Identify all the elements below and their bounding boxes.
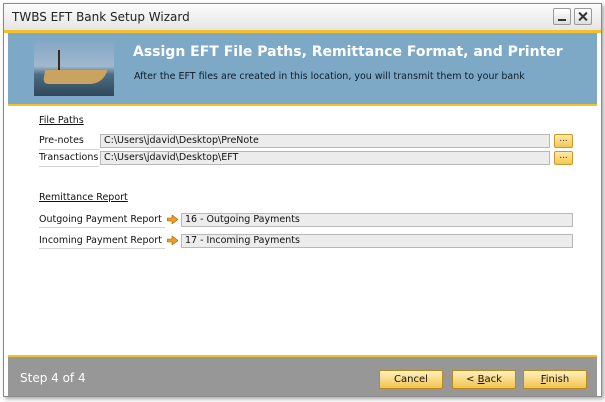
finish-label-rest: inish — [545, 374, 570, 385]
back-label-rest: ack — [484, 374, 502, 385]
file-paths-heading: File Paths — [39, 115, 84, 126]
outgoing-payment-label: Outgoing Payment Report — [39, 214, 162, 225]
link-arrow-icon[interactable] — [167, 215, 178, 224]
wizard-header: Assign EFT File Paths, Remittance Format… — [8, 33, 597, 104]
cancel-button[interactable]: Cancel — [379, 370, 443, 389]
incoming-payment-field[interactable]: 17 - Incoming Payments — [181, 234, 573, 248]
back-accelerator: B — [477, 374, 485, 385]
incoming-label-rule — [39, 248, 165, 249]
prenotes-browse-button[interactable]: ... — [554, 134, 573, 148]
prenotes-path-field[interactable]: C:\Users\jdavid\Desktop\PreNote — [100, 134, 550, 148]
back-button[interactable]: < Back — [452, 370, 516, 389]
window-title: TWBS EFT Bank Setup Wizard — [12, 10, 190, 24]
header-subtitle: After the EFT files are created in this … — [134, 71, 525, 82]
prenotes-label: Pre-notes — [39, 135, 84, 146]
transactions-label-rule — [39, 166, 99, 167]
wizard-window: TWBS EFT Bank Setup Wizard Assign EFT Fi… — [3, 3, 602, 397]
prenotes-label-rule — [39, 149, 99, 150]
minimize-icon[interactable] — [553, 8, 571, 25]
back-prefix: < — [466, 374, 478, 385]
wizard-footer: Step 4 of 4 Cancel < Back Finish — [8, 355, 597, 396]
link-arrow-icon[interactable] — [167, 236, 178, 245]
remittance-report-heading: Remittance Report — [39, 192, 128, 203]
transactions-browse-button[interactable]: ... — [554, 151, 573, 165]
close-icon[interactable] — [574, 8, 592, 25]
transactions-label: Transactions — [39, 152, 99, 163]
transactions-path-field[interactable]: C:\Users\jdavid\Desktop\EFT — [100, 151, 550, 165]
outgoing-label-rule — [39, 227, 165, 228]
title-bar: TWBS EFT Bank Setup Wizard — [4, 4, 601, 30]
header-accent-rule — [8, 104, 597, 106]
finish-button[interactable]: Finish — [523, 370, 587, 389]
outgoing-payment-field[interactable]: 16 - Outgoing Payments — [181, 213, 573, 227]
header-title: Assign EFT File Paths, Remittance Format… — [133, 44, 563, 60]
step-indicator: Step 4 of 4 — [20, 371, 86, 385]
incoming-payment-label: Incoming Payment Report — [39, 235, 162, 246]
boat-image — [34, 42, 114, 96]
